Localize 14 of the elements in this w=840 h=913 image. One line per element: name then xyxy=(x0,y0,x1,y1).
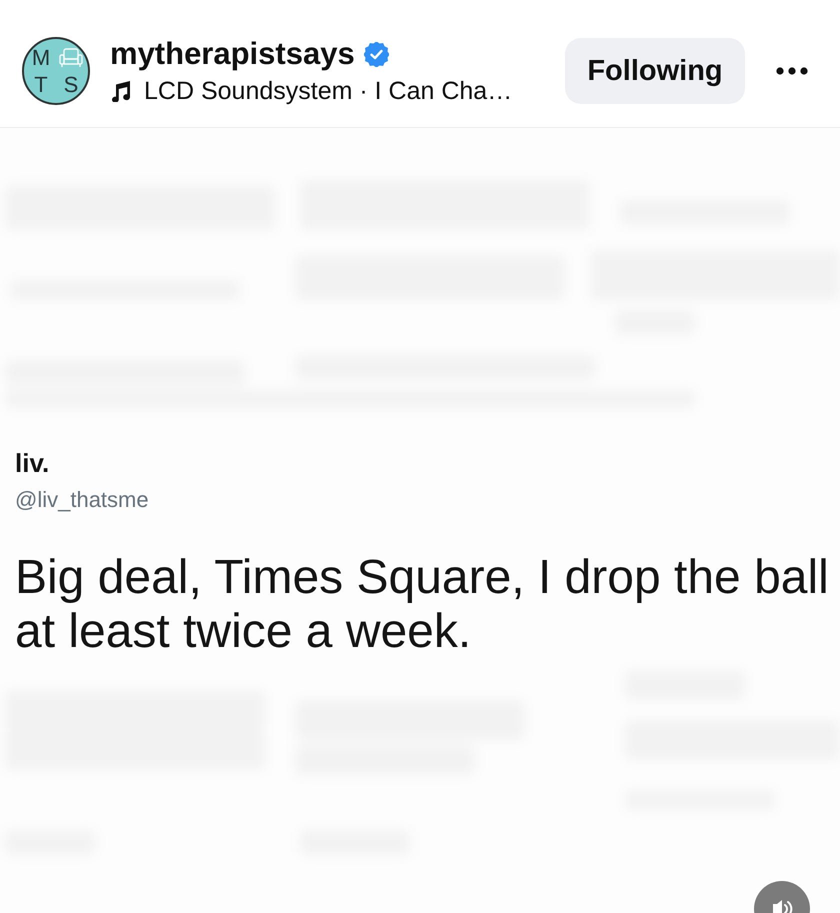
username[interactable]: mytherapistsays xyxy=(110,36,355,72)
logo-letter: M xyxy=(30,46,52,70)
tweet-author-name: liv. xyxy=(15,448,50,478)
music-note-icon xyxy=(110,80,132,102)
audio-track-text[interactable]: LCD Soundsystem · I Can Cha… xyxy=(144,76,512,106)
speaker-icon[interactable] xyxy=(754,881,810,913)
avatar[interactable]: M T S xyxy=(22,37,90,105)
logo-letter: S xyxy=(62,72,80,96)
tweet-handle: @liv_thatsme xyxy=(15,487,149,513)
logo-letter: T xyxy=(33,72,49,96)
tweet-text: Big deal, Times Square, I drop the ball at least twice a week. xyxy=(15,551,830,659)
more-icon[interactable] xyxy=(776,67,808,75)
armchair-icon xyxy=(59,48,83,68)
following-button[interactable]: Following xyxy=(565,38,745,104)
